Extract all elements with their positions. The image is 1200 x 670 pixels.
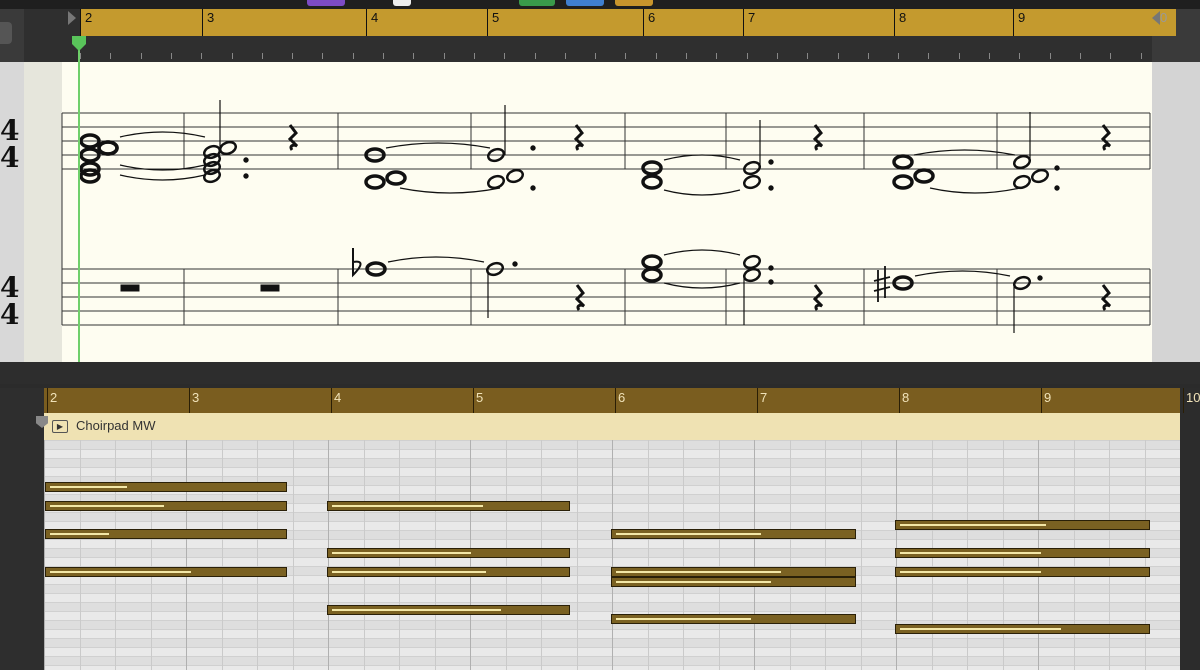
roll-ruler-bar-5: 5 [476,390,484,405]
midi-note[interactable] [45,501,287,511]
roll-right-edge [1180,388,1200,670]
velocity-line [616,533,761,535]
velocity-line [616,571,781,573]
midi-note[interactable] [327,548,570,558]
play-icon[interactable]: ▶ [52,420,68,433]
midi-note[interactable] [45,567,287,577]
velocity-line [50,486,127,488]
midi-note[interactable] [45,482,287,492]
midi-note[interactable] [45,529,287,539]
velocity-line [50,571,191,573]
velocity-line [616,618,751,620]
velocity-line [900,628,1061,630]
midi-note[interactable] [327,605,570,615]
midi-note[interactable] [611,529,856,539]
midi-note[interactable] [895,520,1150,530]
velocity-line [332,571,486,573]
velocity-line [332,505,483,507]
midi-note[interactable] [611,567,856,577]
midi-note[interactable] [895,624,1150,634]
roll-ruler-bar-10: 10 [1186,390,1200,405]
midi-note[interactable] [611,614,856,624]
piano-roll-ruler[interactable]: 2 3 4 5 6 7 8 9 10 [44,388,1200,413]
midi-note[interactable] [327,567,570,577]
roll-ruler-bar-2: 2 [50,390,58,405]
roll-ruler-bar-8: 8 [902,390,910,405]
piano-keyboard-area[interactable] [0,388,44,670]
roll-ruler-bar-3: 3 [192,390,200,405]
midi-note[interactable] [327,501,570,511]
time-sig-top-den: 4 [0,141,19,174]
velocity-line [900,552,1041,554]
velocity-line [50,533,109,535]
roll-ruler-bar-4: 4 [334,390,342,405]
editor-divider[interactable] [0,362,1200,384]
region-header[interactable] [44,413,1180,441]
region-name: Choirpad MW [76,418,156,433]
velocity-line [332,609,501,611]
midi-note[interactable] [611,577,856,587]
time-sig-bottom-den: 4 [0,298,19,331]
midi-note[interactable] [895,567,1150,577]
piano-roll-grid[interactable] [44,440,1180,670]
playhead-handle-icon[interactable] [72,36,86,51]
roll-ruler-bar-6: 6 [618,390,626,405]
velocity-line [616,581,771,583]
roll-ruler-bar-7: 7 [760,390,768,405]
velocity-line [332,552,471,554]
velocity-line [50,505,164,507]
velocity-line [900,571,1041,573]
midi-note[interactable] [895,548,1150,558]
velocity-line [900,524,1046,526]
roll-ruler-bar-9: 9 [1044,390,1052,405]
